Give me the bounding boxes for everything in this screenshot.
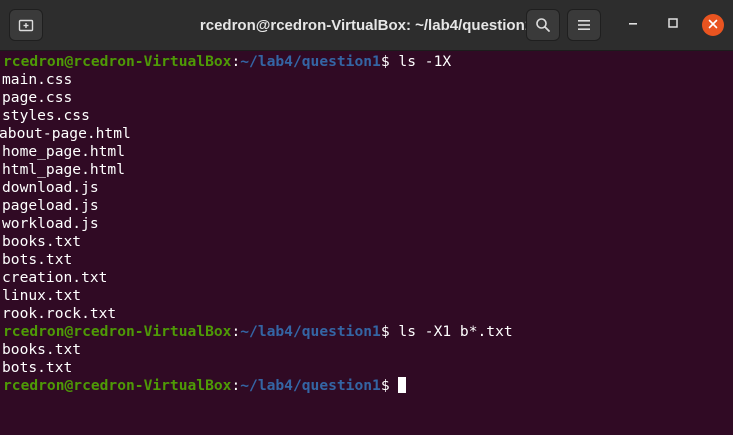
- prompt-user-host: rcedron@rcedron-VirtualBox: [3, 323, 232, 340]
- new-tab-button[interactable]: [9, 9, 43, 41]
- command-text: ls -X1 b*.txt: [389, 323, 513, 340]
- prompt-line: rcedron@rcedron-VirtualBox:~/lab4/questi…: [3, 323, 733, 341]
- output-line: pageload.js: [2, 197, 99, 214]
- prompt-path: ~/lab4/question1: [240, 323, 381, 340]
- output-line: html_page.html: [2, 161, 126, 178]
- output-line: download.js: [2, 179, 99, 196]
- output-line: rook.rock.txt: [2, 305, 117, 322]
- terminal-window: rcedron@rcedron-VirtualBox: ~/lab4/quest…: [0, 0, 733, 435]
- output-line: bots.txt: [2, 251, 73, 268]
- command-text: ls -1X: [389, 53, 452, 70]
- output-line: books.txt: [2, 233, 82, 250]
- output-line: creation.txt: [2, 269, 108, 286]
- title-bar[interactable]: rcedron@rcedron-VirtualBox: ~/lab4/quest…: [0, 0, 733, 51]
- terminal-output[interactable]: rcedron@rcedron-VirtualBox:~/lab4/questi…: [0, 51, 733, 435]
- output-line: about-page.html: [0, 125, 131, 142]
- output-line: bots.txt: [2, 359, 73, 376]
- prompt-user-host: rcedron@rcedron-VirtualBox: [3, 377, 232, 394]
- minimize-button[interactable]: [622, 14, 644, 36]
- new-tab-icon: [18, 17, 34, 33]
- prompt-line: rcedron@rcedron-VirtualBox:~/lab4/questi…: [3, 53, 733, 71]
- output-line: linux.txt: [2, 287, 82, 304]
- prompt-path: ~/lab4/question1: [240, 53, 381, 70]
- command-text: [390, 377, 399, 394]
- prompt-path: ~/lab4/question1: [240, 377, 381, 394]
- menu-button[interactable]: [567, 9, 601, 41]
- prompt-symbol: $: [380, 323, 390, 340]
- search-icon: [535, 17, 551, 33]
- text-cursor[interactable]: [398, 377, 407, 393]
- output-line: workload.js: [2, 215, 99, 232]
- prompt-user-host: rcedron@rcedron-VirtualBox: [3, 53, 232, 70]
- prompt-colon: :: [231, 323, 241, 340]
- prompt-symbol: $: [380, 53, 390, 70]
- prompt-colon: :: [231, 53, 241, 70]
- prompt-colon: :: [231, 377, 241, 394]
- close-button[interactable]: [702, 14, 724, 36]
- prompt-line: rcedron@rcedron-VirtualBox:~/lab4/questi…: [3, 377, 733, 395]
- minimize-icon: [627, 16, 639, 34]
- output-line: styles.css: [2, 107, 90, 124]
- close-icon: [708, 16, 718, 34]
- maximize-icon: [667, 16, 679, 34]
- hamburger-menu-icon: [577, 19, 591, 31]
- search-button[interactable]: [526, 9, 560, 41]
- prompt-symbol: $: [380, 377, 390, 394]
- maximize-button[interactable]: [662, 14, 684, 36]
- output-line: books.txt: [2, 341, 82, 358]
- output-line: main.css: [2, 71, 73, 88]
- output-line: page.css: [2, 89, 73, 106]
- output-line: home_page.html: [2, 143, 126, 160]
